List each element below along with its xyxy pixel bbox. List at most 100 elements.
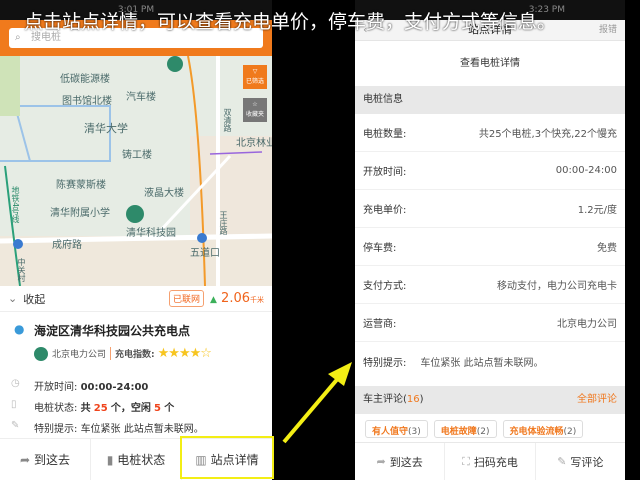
tag-count: (3)	[408, 427, 421, 437]
pile-total: 25	[93, 403, 108, 414]
panel-header: ⌄ 收起 已联网 ▲ 2.06千米	[0, 286, 272, 312]
info-row: 充电单价: 1.2元/度	[355, 190, 625, 228]
map-label: 铸工楼	[122, 150, 152, 161]
arrow-forward-icon: ➦	[376, 455, 386, 468]
edit-note-icon: ✎	[11, 420, 20, 431]
star-icon: ★	[178, 346, 191, 361]
online-badge: 已联网	[168, 290, 204, 307]
search-icon: ⌕	[15, 32, 21, 43]
reviews-label: 车主评论(	[363, 394, 407, 405]
info-value: 车位紧张 此站点暂未联网。	[420, 357, 544, 369]
collapse-button[interactable]: 收起	[23, 291, 45, 307]
report-button[interactable]: 报错	[599, 20, 617, 40]
open-time-label: 开放时间:	[34, 382, 78, 393]
map-label: 清华附属小学	[50, 208, 110, 219]
info-value: 免费	[597, 243, 617, 254]
map-label: 双清路	[223, 108, 232, 132]
info-row: 开放时间: 00:00-24:00	[355, 152, 625, 190]
reviews-close: )	[419, 394, 424, 405]
review-tag[interactable]: 充电体验流畅(2)	[502, 420, 584, 438]
filter-label: 已筛选	[245, 78, 264, 85]
all-reviews-link[interactable]: 全部评论	[577, 386, 617, 414]
info-row: 运营商: 北京电力公司	[355, 304, 625, 342]
chevron-down-icon[interactable]: ⌄	[8, 292, 17, 305]
map-label: 图书馆北楼	[62, 96, 112, 107]
navigate-button[interactable]: ➦ 到这去	[0, 439, 91, 480]
info-label: 电桩数量:	[363, 129, 407, 140]
clock-icon: ◷	[11, 378, 20, 389]
navigate-button[interactable]: ➦ 到这去	[355, 443, 446, 480]
info-label: 停车费:	[363, 243, 397, 254]
star-icon: ★	[157, 346, 170, 361]
map-label: 清华科技园	[126, 228, 176, 239]
map-label: 液晶大楼	[144, 188, 184, 199]
map-label: 成府路	[52, 240, 82, 251]
info-row: 特别提示: 车位紧张 此站点暂未联网。	[355, 342, 625, 380]
details-action-bar: ➦ 到这去 ⛶ 扫码充电 ✎ 写评论	[355, 442, 625, 480]
filter-button[interactable]: ▽ 已筛选	[243, 65, 267, 89]
favorites-button[interactable]: ☆ 收藏夹	[243, 98, 267, 122]
reviews-count: 16	[406, 394, 420, 405]
highlight-box	[180, 436, 274, 479]
pile-status-label: 电桩状态:	[34, 403, 78, 414]
info-row: 停车费: 免费	[355, 228, 625, 266]
right-phone-screen: 3:23 PM ‹ 站点详情 报错 查看电桩详情 电桩信息 电桩数量: 共25个电…	[355, 0, 625, 480]
note-value: 车位紧张 此站点暂未联网。	[80, 424, 204, 435]
left-phone-screen: 3:01 PM ⌕ 搜电桩 低碳能源楼 图书馆北楼 汽车楼 清华大学 铸工楼 陈赛…	[0, 0, 272, 480]
write-review-label: 写评论	[570, 455, 604, 469]
pile-status: 电桩状态: 共 25 个，空闲 5 个	[34, 399, 174, 414]
operator-row: 北京电力公司 充电指数: ★★★★☆	[34, 346, 212, 361]
view-piles-button[interactable]: 查看电桩详情	[355, 40, 625, 86]
map-view[interactable]: 低碳能源楼 图书馆北楼 汽车楼 清华大学 铸工楼 陈赛蒙斯楼 液晶大楼 清华附属…	[0, 56, 272, 286]
review-tags: 有人值守(3) 电桩故障(2) 充电体验流畅(2)	[355, 414, 625, 444]
navigate-label: 到这去	[389, 455, 423, 469]
info-label: 支付方式:	[363, 281, 407, 292]
tag-count: (2)	[476, 427, 490, 437]
scan-charge-button[interactable]: ⛶ 扫码充电	[445, 443, 536, 480]
map-label: 陈赛蒙斯楼	[56, 180, 106, 191]
location-pin-icon: ●	[14, 322, 25, 336]
pile-icon: ▯	[11, 399, 17, 410]
write-review-button[interactable]: ✎ 写评论	[536, 443, 625, 480]
distance-value: 2.06	[221, 291, 250, 306]
pile-suffix: 个	[164, 403, 175, 414]
pile-total-prefix: 共	[80, 403, 91, 414]
distance-unit: 千米	[250, 296, 264, 304]
favorites-label: 收藏夹	[245, 111, 264, 118]
info-rows: 电桩数量: 共25个电桩,3个快充,22个慢充 开放时间: 00:00-24:00 充电…	[355, 114, 625, 380]
open-time: 开放时间: 00:00-24:00	[34, 378, 148, 393]
scan-icon: ⛶	[462, 454, 470, 468]
note-label: 特别提示:	[34, 424, 78, 435]
map-label: 王庄路	[219, 211, 228, 235]
map-label: 北京林业	[236, 138, 272, 149]
info-label: 运营商:	[363, 319, 397, 330]
pile-mid: 个，空闲	[110, 403, 151, 414]
review-tag[interactable]: 有人值守(3)	[365, 420, 428, 438]
map-label: 汽车楼	[126, 92, 156, 103]
navigation-arrow-icon: ▲	[209, 295, 217, 305]
review-tag[interactable]: 电桩故障(2)	[433, 420, 497, 438]
tag-name: 充电体验流畅	[509, 427, 564, 437]
pile-free: 5	[154, 403, 162, 414]
star-icon: ☆	[252, 101, 258, 108]
info-value: 北京电力公司	[557, 319, 617, 330]
filter-icon: ▽	[252, 68, 258, 75]
charge-index-label: 充电指数:	[115, 350, 155, 360]
info-row: 支付方式: 移动支付，电力公司充电卡	[355, 266, 625, 304]
pile-status-button-label: 电桩状态	[117, 453, 166, 467]
car-icon: ➦	[19, 452, 31, 467]
info-label: 开放时间:	[363, 167, 407, 178]
info-value: 移动支付，电力公司充电卡	[497, 281, 617, 292]
navigate-label: 到这去	[34, 453, 71, 467]
map-label: 清华大学	[84, 122, 128, 135]
info-value: 00:00-24:00	[555, 165, 617, 176]
pile-status-button[interactable]: ▮ 电桩状态	[91, 439, 182, 480]
star-icon: ☆	[200, 346, 212, 361]
map-label: 低碳能源楼	[60, 74, 110, 85]
rating-stars: ★★★★☆	[157, 346, 212, 361]
map-label: 中关村	[17, 258, 26, 282]
star-icon: ★	[168, 346, 180, 361]
section-title: 电桩信息	[363, 94, 403, 105]
charger-icon: ▮	[106, 452, 114, 467]
distance: ▲ 2.06千米	[210, 291, 264, 306]
